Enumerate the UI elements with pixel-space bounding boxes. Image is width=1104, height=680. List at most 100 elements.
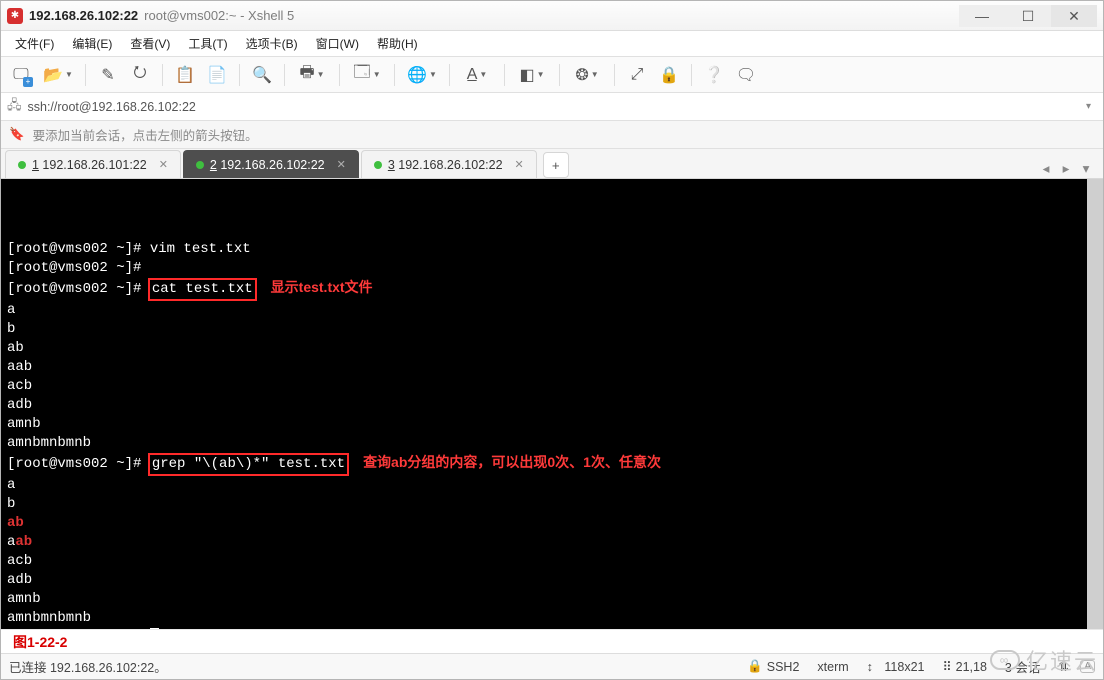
colors-icon[interactable]: ◧▼: [513, 61, 551, 89]
toolbar-separator: [691, 64, 692, 86]
new-session-icon[interactable]: 🖵+: [7, 61, 35, 89]
terminal-line: b: [7, 320, 1097, 339]
scrollbar[interactable]: [1087, 179, 1103, 629]
terminal-line: ab: [7, 339, 1097, 358]
resize-icon: ↕: [867, 660, 873, 674]
tab-2[interactable]: 2 192.168.26.102:22✕: [183, 150, 359, 178]
props-icon[interactable]: 🗔▼: [348, 61, 386, 89]
annotation-text: 查询ab分组的内容，可以出现0次、1次、任意次: [363, 454, 661, 470]
tab-1[interactable]: 1 192.168.26.101:22✕: [5, 150, 181, 178]
terminal-line: [root@vms002 ~]# grep "\(ab\)*" test.txt…: [7, 453, 1097, 476]
globe-icon[interactable]: 🌐▼: [403, 61, 441, 89]
minimize-button[interactable]: —: [959, 5, 1005, 27]
tab-bar: 1 192.168.26.101:22✕2 192.168.26.102:22✕…: [1, 149, 1103, 179]
toolbar-separator: [339, 64, 340, 86]
lock-small-icon: 🔒: [747, 659, 763, 674]
caps-icon: A: [1080, 660, 1095, 673]
search-icon[interactable]: 🔍: [248, 61, 276, 89]
tab-list-button[interactable]: ▾: [1077, 160, 1095, 178]
toolbar-separator: [394, 64, 395, 86]
toolbar: 🖵+📂▼ ✎⭮ 📋📄 🔍 🖶▼ 🗔▼ 🌐▼ A̲▼ ◧▼ ❂▼ ⤢🔒 ❔🗨: [1, 57, 1103, 93]
highlight-box: cat test.txt: [148, 278, 257, 301]
status-term: xterm: [817, 660, 848, 674]
settings-icon[interactable]: ❂▼: [568, 61, 606, 89]
highlight-box: grep "\(ab\)*" test.txt: [148, 453, 349, 476]
disconnect-icon[interactable]: ⭮: [126, 61, 154, 89]
menu-item-1[interactable]: 编辑(E): [64, 32, 120, 55]
menu-item-4[interactable]: 选项卡(B): [238, 32, 306, 55]
toolbar-separator: [85, 64, 86, 86]
menubar: 文件(F)编辑(E)查看(V)工具(T)选项卡(B)窗口(W)帮助(H): [1, 31, 1103, 57]
tab-prev-button[interactable]: ◂: [1037, 160, 1055, 178]
compose-icon[interactable]: 🗨: [732, 61, 760, 89]
maximize-button[interactable]: ☐: [1005, 5, 1051, 27]
reconnect-icon[interactable]: ✎: [94, 61, 122, 89]
menu-item-0[interactable]: 文件(F): [7, 32, 62, 55]
help-icon[interactable]: ❔: [700, 61, 728, 89]
terminal-line: ab: [7, 514, 1097, 533]
hint-bar: 🔖 要添加当前会话，点击左侧的箭头按钮。: [1, 121, 1103, 149]
terminal-line: a: [7, 301, 1097, 320]
terminal-line: acb: [7, 377, 1097, 396]
bookmark-icon[interactable]: 🔖: [9, 127, 25, 142]
annotation-text: 显示test.txt文件: [271, 279, 373, 295]
toolbar-separator: [284, 64, 285, 86]
close-button[interactable]: ✕: [1051, 5, 1097, 27]
status-size: 118x21: [884, 660, 924, 674]
paste-icon[interactable]: 📄: [203, 61, 231, 89]
address-bar: 🖧 ▾: [1, 93, 1103, 121]
toolbar-separator: [504, 64, 505, 86]
tab-next-button[interactable]: ▸: [1057, 160, 1075, 178]
toolbar-separator: [162, 64, 163, 86]
menu-item-5[interactable]: 窗口(W): [308, 32, 367, 55]
menu-item-6[interactable]: 帮助(H): [369, 32, 426, 55]
terminal-line: amnb: [7, 590, 1097, 609]
terminal-line: adb: [7, 396, 1097, 415]
terminal-line: [root@vms002 ~]#: [7, 628, 1097, 629]
menu-item-2[interactable]: 查看(V): [122, 32, 178, 55]
toolbar-separator: [449, 64, 450, 86]
status-bar: 已连接 192.168.26.102:22。 🔒 SSH2 xterm ↕ 118…: [1, 653, 1103, 679]
copy-icon[interactable]: 📋: [171, 61, 199, 89]
fullscreen-icon[interactable]: ⤢: [623, 61, 651, 89]
terminal-line: adb: [7, 571, 1097, 590]
figure-caption: 图1-22-2: [1, 629, 1103, 653]
print-icon[interactable]: 🖶▼: [293, 61, 331, 89]
terminal-line: amnb: [7, 415, 1097, 434]
tab-3[interactable]: 3 192.168.26.102:22✕: [361, 150, 537, 178]
menu-item-3[interactable]: 工具(T): [180, 32, 235, 55]
terminal-line: [root@vms002 ~]#: [7, 259, 1097, 278]
close-tab-icon[interactable]: ✕: [515, 158, 524, 171]
title-ip: 192.168.26.102:22: [29, 8, 138, 23]
host-icon: 🖧: [7, 96, 22, 118]
address-input[interactable]: [28, 100, 1074, 114]
title-subtitle: root@vms002:~ - Xshell 5: [144, 8, 294, 23]
toolbar-separator: [559, 64, 560, 86]
status-pos: 21,18: [956, 660, 987, 674]
add-tab-button[interactable]: +: [543, 152, 569, 178]
status-connection: 已连接 192.168.26.102:22。: [9, 657, 167, 676]
terminal-line: [root@vms002 ~]# cat test.txt显示test.txt文…: [7, 278, 1097, 301]
hint-text: 要添加当前会话，点击左侧的箭头按钮。: [33, 125, 258, 144]
app-icon: ✱: [7, 8, 23, 24]
titlebar: ✱ 192.168.26.102:22 root@vms002:~ - Xshe…: [1, 1, 1103, 31]
close-tab-icon[interactable]: ✕: [337, 158, 346, 171]
open-session-icon[interactable]: 📂▼: [39, 61, 77, 89]
status-dot-icon: [18, 161, 26, 169]
font-icon[interactable]: A̲▼: [458, 61, 496, 89]
terminal-line: amnbmnbmnb: [7, 434, 1097, 453]
terminal-line: aab: [7, 533, 1097, 552]
lock-icon[interactable]: 🔒: [655, 61, 683, 89]
status-dot-icon: [374, 161, 382, 169]
terminal-cursor: [150, 628, 159, 629]
terminal-line: acb: [7, 552, 1097, 571]
status-ssh: SSH2: [767, 660, 800, 674]
status-dot-icon: [196, 161, 204, 169]
scrollbar-thumb[interactable]: [1087, 179, 1103, 629]
terminal-line: b: [7, 495, 1097, 514]
terminal-line: aab: [7, 358, 1097, 377]
status-sessions: 3 会话: [1005, 657, 1040, 676]
terminal[interactable]: [root@vms002 ~]# vim test.txt[root@vms00…: [1, 179, 1103, 629]
address-dropdown-icon[interactable]: ▾: [1080, 101, 1097, 112]
close-tab-icon[interactable]: ✕: [159, 158, 168, 171]
